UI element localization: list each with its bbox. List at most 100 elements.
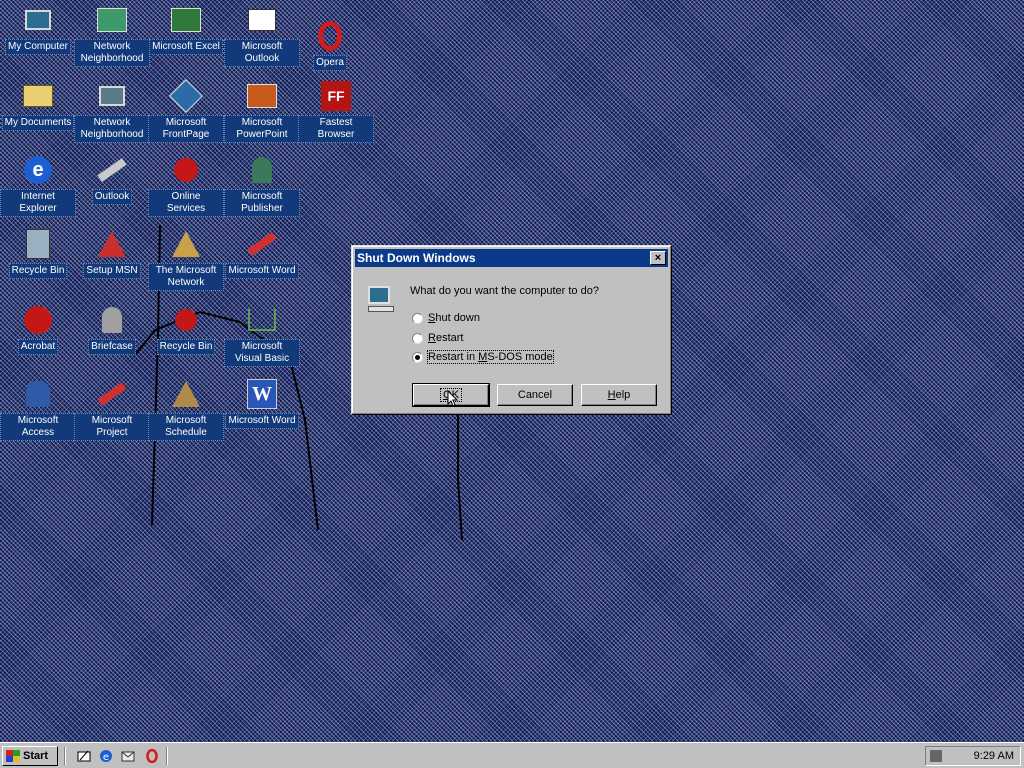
desktop-icon-label: Microsoft Excel <box>149 39 223 55</box>
show-desktop-icon[interactable] <box>76 748 92 764</box>
radio-button[interactable] <box>412 351 423 363</box>
desktop-icon-opera[interactable]: Opera <box>292 20 368 71</box>
mouse-cursor-icon <box>447 390 459 407</box>
svg-text:e: e <box>103 752 109 763</box>
desktop-icon-access[interactable]: Microsoft Access <box>0 378 76 441</box>
desktop-icon-label: Opera <box>313 55 347 71</box>
opera-icon[interactable] <box>144 748 160 764</box>
network-icon <box>96 4 128 36</box>
desktop-icon-label: Microsoft Access <box>0 413 76 441</box>
desktop-icon-ff[interactable]: FF Fastest Browser <box>298 80 374 143</box>
radio-label: Restart in MS-DOS mode <box>427 350 554 364</box>
schedule-icon <box>170 378 202 410</box>
powerpoint-icon <box>246 80 278 112</box>
close-button[interactable]: × <box>650 251 666 265</box>
radio-button[interactable] <box>412 332 423 344</box>
desktop-icon-network[interactable]: Network Neighborhood <box>74 4 150 67</box>
desktop-icon-word[interactable]: Microsoft Word <box>224 228 300 279</box>
desktop-icon-label: Recycle Bin <box>8 263 68 279</box>
desktop-icon-label: Setup MSN <box>83 263 141 279</box>
frontpage-icon <box>169 79 203 113</box>
speaker-icon[interactable] <box>930 750 942 762</box>
cancel-label: Cancel <box>517 389 553 401</box>
dialog-question: What do you want the computer to do? <box>410 285 599 297</box>
desktop-icon-msn[interactable]: The Microsoft Network <box>148 228 224 291</box>
excel-icon <box>170 4 202 36</box>
desktop-icon-excel[interactable]: Microsoft Excel <box>148 4 224 55</box>
outlook-icon <box>246 4 278 36</box>
desktop-icon-label: Microsoft Word <box>225 263 299 279</box>
desktop-icon-label: Internet Explorer <box>0 189 76 217</box>
clock[interactable]: 9:29 AM <box>974 750 1014 762</box>
close-icon: × <box>654 252 662 264</box>
setup-icon <box>96 228 128 260</box>
pencil-icon <box>96 154 128 186</box>
desktop-icon-label: Microsoft Outlook <box>224 39 300 67</box>
desktop-icon-label: Fastest Browser <box>298 115 374 143</box>
pencil-icon <box>246 228 278 260</box>
desktop-icon-publisher[interactable]: Microsoft Publisher <box>224 154 300 217</box>
desktop-icon-powerpoint[interactable]: Microsoft PowerPoint <box>224 80 300 143</box>
desktop-icon-my-documents[interactable]: My Documents <box>0 80 76 131</box>
desktop-icon-label: Briefcase <box>88 339 136 355</box>
help-button[interactable]: Help <box>581 384 657 406</box>
taskbar-separator <box>64 747 66 765</box>
system-tray: 9:29 AM <box>925 746 1021 766</box>
desktop-icon-frontpage[interactable]: Microsoft FrontPage <box>148 79 224 143</box>
radio-shut-down[interactable]: Shut down <box>412 312 480 324</box>
network-icon <box>96 80 128 112</box>
desktop-icon-recycle-bin[interactable]: Recycle Bin <box>0 228 76 279</box>
desktop-icon-label: My Documents <box>1 115 75 131</box>
desktop-icon-label: Online Services <box>148 189 224 217</box>
taskbar-separator <box>166 747 168 765</box>
desktop-icon-word-2[interactable]: W Microsoft Word <box>224 378 300 429</box>
desktop-icon-setup-msn[interactable]: Setup MSN <box>74 228 150 279</box>
radio-restart[interactable]: Restart <box>412 332 463 344</box>
desktop-icon-online-services[interactable]: Online Services <box>148 154 224 217</box>
shut-down-dialog: Shut Down Windows × What do you want the… <box>351 245 672 415</box>
radio-restart-msdos[interactable]: Restart in MS-DOS mode <box>412 350 554 364</box>
desktop-icon-schedule[interactable]: Microsoft Schedule <box>148 378 224 441</box>
desktop-icon-label: Microsoft Publisher <box>224 189 300 217</box>
desktop-icon-label: Microsoft PowerPoint <box>224 115 300 143</box>
desktop-icon-network-2[interactable]: Network Neighborhood <box>74 80 150 143</box>
folder-icon <box>22 80 54 112</box>
ff-icon: FF <box>320 80 352 112</box>
desktop-icon-acrobat[interactable]: Acrobat <box>0 304 76 355</box>
computer-icon <box>22 4 54 36</box>
recycle-icon <box>170 304 202 336</box>
desktop-icon-visual-basic[interactable]: Microsoft Visual Basic <box>224 304 300 367</box>
dialog-title: Shut Down Windows <box>357 251 476 265</box>
briefcase-icon <box>96 304 128 336</box>
desktop-icon-label: Microsoft Project <box>74 413 150 441</box>
start-button[interactable]: Start <box>2 746 58 766</box>
desktop-icon-outlook[interactable]: Microsoft Outlook <box>224 4 300 67</box>
acrobat-icon <box>22 304 54 336</box>
desktop-icon-outlook-express[interactable]: Outlook <box>74 154 150 205</box>
cancel-button[interactable]: Cancel <box>497 384 573 406</box>
desktop-icon-recycle-bin-2[interactable]: Recycle Bin <box>148 304 224 355</box>
recycle-icon <box>22 228 54 260</box>
desktop-icon-label: Microsoft Word <box>225 413 299 429</box>
msn-icon <box>170 228 202 260</box>
desktop-icon-label: Microsoft Visual Basic <box>224 339 300 367</box>
windows-logo-icon <box>6 750 20 762</box>
desktop-icon-project[interactable]: Microsoft Project <box>74 378 150 441</box>
radio-button[interactable] <box>412 312 423 324</box>
start-label: Start <box>23 750 49 762</box>
computer-icon <box>368 286 394 314</box>
desktop-icon-internet-explorer[interactable]: e Internet Explorer <box>0 154 76 217</box>
desktop-icon-my-computer[interactable]: My Computer <box>0 4 76 55</box>
online-icon <box>170 154 202 186</box>
publisher-icon <box>246 154 278 186</box>
outlook-icon[interactable] <box>120 748 136 764</box>
desktop-icon-label: Network Neighborhood <box>74 39 150 67</box>
desktop-icon-briefcase[interactable]: Briefcase <box>74 304 150 355</box>
ie-icon[interactable]: e <box>98 748 114 764</box>
desktop-icon-label: Microsoft FrontPage <box>148 115 224 143</box>
desktop-icon-label: The Microsoft Network <box>148 263 224 291</box>
project-icon <box>96 378 128 410</box>
radio-label: Shut down <box>428 312 480 324</box>
desktop-icon-label: Microsoft Schedule <box>148 413 224 441</box>
dialog-titlebar[interactable]: Shut Down Windows × <box>355 249 668 267</box>
